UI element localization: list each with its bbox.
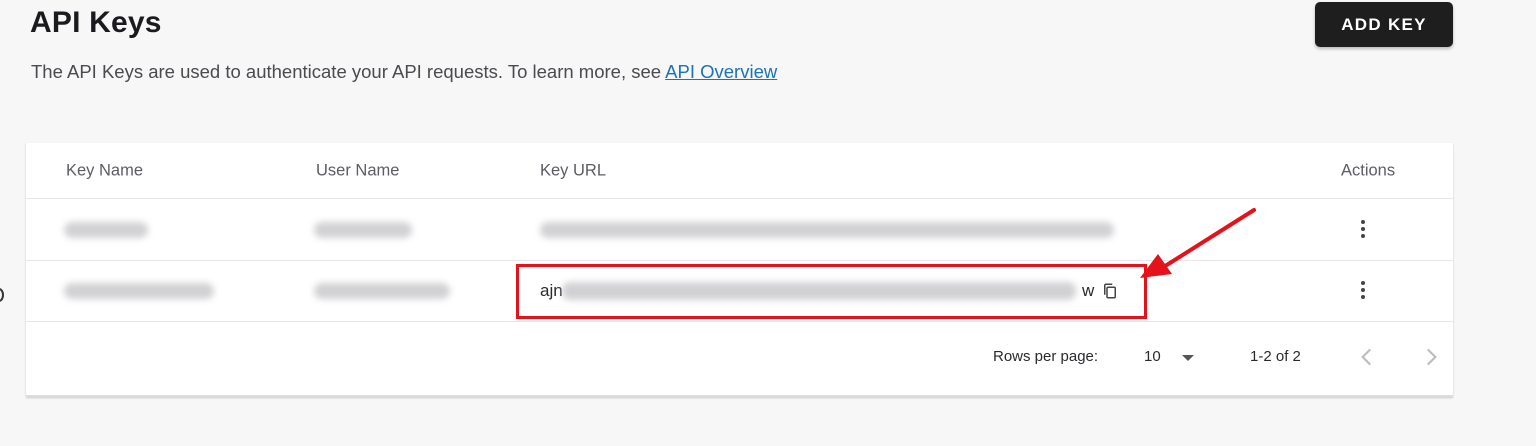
- redacted-user-name: [314, 221, 412, 238]
- chevron-right-icon: [1426, 348, 1437, 366]
- redacted-user-name: [314, 283, 450, 299]
- table-pagination: Rows per page: 10 1-2 of 2: [26, 323, 1453, 393]
- chevron-down-icon: [1182, 355, 1194, 361]
- add-key-button[interactable]: ADD KEY: [1315, 2, 1453, 47]
- table-header-row: Key Name User Name Key URL Actions: [26, 143, 1453, 199]
- rows-per-page-select[interactable]: 10: [1142, 345, 1212, 369]
- annotation-arrow-icon: [1140, 208, 1256, 278]
- edge-radio-icon: [0, 288, 4, 302]
- highlight-annotation-box: [516, 264, 1147, 319]
- column-header-key-url: Key URL: [540, 161, 607, 179]
- previous-page-button[interactable]: [1354, 343, 1380, 371]
- page-title: API Keys: [30, 6, 162, 39]
- redacted-key-name: [64, 283, 214, 299]
- api-overview-link[interactable]: API Overview: [665, 61, 777, 82]
- pagination-range: 1-2 of 2: [1250, 348, 1301, 365]
- row-actions-kebab-icon[interactable]: [1353, 279, 1373, 303]
- rows-per-page-value: 10: [1144, 348, 1161, 365]
- redacted-key-name: [64, 221, 148, 238]
- chevron-left-icon: [1361, 348, 1372, 366]
- row-actions-kebab-icon[interactable]: [1353, 218, 1373, 242]
- column-header-actions: Actions: [1341, 161, 1396, 179]
- description-text: The API Keys are used to authenticate yo…: [31, 61, 666, 82]
- page: API Keys ADD KEY The API Keys are used t…: [0, 0, 1536, 446]
- next-page-button[interactable]: [1418, 343, 1444, 371]
- column-header-user-name: User Name: [316, 161, 400, 179]
- rows-per-page-label: Rows per page:: [993, 348, 1099, 365]
- redacted-key-url: [540, 221, 1114, 238]
- page-description: The API Keys are used to authenticate yo…: [31, 61, 777, 83]
- column-header-key-name: Key Name: [66, 161, 144, 179]
